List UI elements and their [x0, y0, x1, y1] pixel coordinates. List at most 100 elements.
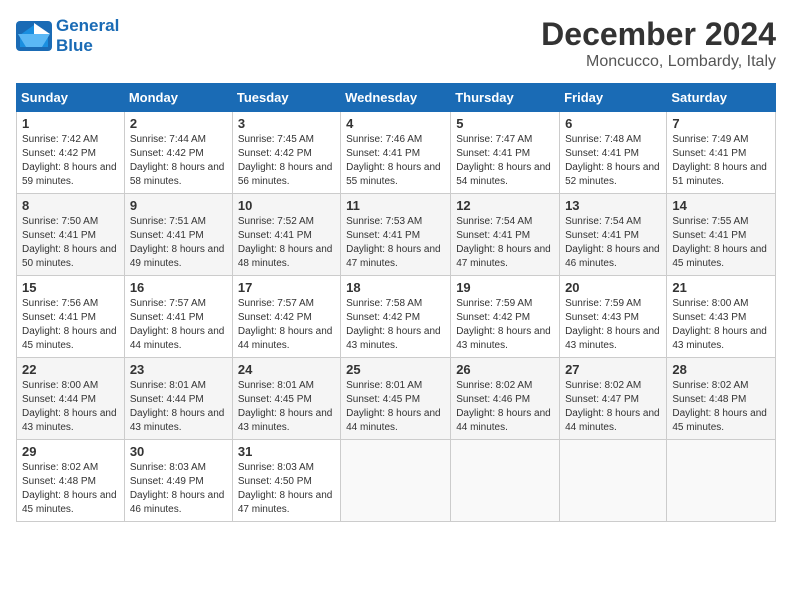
- calendar-cell: 30 Sunrise: 8:03 AMSunset: 4:49 PMDaylig…: [124, 440, 232, 522]
- calendar-cell: 4 Sunrise: 7:46 AMSunset: 4:41 PMDayligh…: [341, 112, 451, 194]
- day-number: 9: [130, 198, 227, 213]
- col-header-tuesday: Tuesday: [232, 84, 340, 112]
- day-info: Sunrise: 7:47 AMSunset: 4:41 PMDaylight:…: [456, 133, 554, 189]
- calendar-header-row: SundayMondayTuesdayWednesdayThursdayFrid…: [17, 84, 776, 112]
- logo-text: General Blue: [56, 16, 119, 56]
- calendar-cell: 3 Sunrise: 7:45 AMSunset: 4:42 PMDayligh…: [232, 112, 340, 194]
- day-info: Sunrise: 8:03 AMSunset: 4:50 PMDaylight:…: [238, 461, 335, 517]
- logo-icon: [16, 21, 52, 51]
- day-number: 17: [238, 280, 335, 295]
- calendar-cell: [560, 440, 667, 522]
- day-number: 16: [130, 280, 227, 295]
- day-info: Sunrise: 8:02 AMSunset: 4:46 PMDaylight:…: [456, 379, 554, 435]
- location: Moncucco, Lombardy, Italy: [541, 53, 776, 71]
- day-number: 21: [672, 280, 770, 295]
- day-info: Sunrise: 7:48 AMSunset: 4:41 PMDaylight:…: [565, 133, 661, 189]
- calendar-cell: [451, 440, 560, 522]
- calendar-cell: 15 Sunrise: 7:56 AMSunset: 4:41 PMDaylig…: [17, 276, 125, 358]
- col-header-wednesday: Wednesday: [341, 84, 451, 112]
- day-info: Sunrise: 8:02 AMSunset: 4:48 PMDaylight:…: [22, 461, 119, 517]
- calendar-cell: 9 Sunrise: 7:51 AMSunset: 4:41 PMDayligh…: [124, 194, 232, 276]
- day-number: 18: [346, 280, 445, 295]
- day-info: Sunrise: 7:58 AMSunset: 4:42 PMDaylight:…: [346, 297, 445, 353]
- day-info: Sunrise: 7:46 AMSunset: 4:41 PMDaylight:…: [346, 133, 445, 189]
- day-number: 19: [456, 280, 554, 295]
- day-info: Sunrise: 7:56 AMSunset: 4:41 PMDaylight:…: [22, 297, 119, 353]
- calendar-cell: 7 Sunrise: 7:49 AMSunset: 4:41 PMDayligh…: [667, 112, 776, 194]
- day-info: Sunrise: 7:54 AMSunset: 4:41 PMDaylight:…: [456, 215, 554, 271]
- day-info: Sunrise: 8:00 AMSunset: 4:43 PMDaylight:…: [672, 297, 770, 353]
- calendar-cell: 27 Sunrise: 8:02 AMSunset: 4:47 PMDaylig…: [560, 358, 667, 440]
- day-info: Sunrise: 7:42 AMSunset: 4:42 PMDaylight:…: [22, 133, 119, 189]
- day-info: Sunrise: 7:52 AMSunset: 4:41 PMDaylight:…: [238, 215, 335, 271]
- calendar-cell: 25 Sunrise: 8:01 AMSunset: 4:45 PMDaylig…: [341, 358, 451, 440]
- day-number: 10: [238, 198, 335, 213]
- day-number: 31: [238, 444, 335, 459]
- day-number: 6: [565, 116, 661, 131]
- day-info: Sunrise: 7:59 AMSunset: 4:43 PMDaylight:…: [565, 297, 661, 353]
- calendar-cell: 16 Sunrise: 7:57 AMSunset: 4:41 PMDaylig…: [124, 276, 232, 358]
- day-number: 27: [565, 362, 661, 377]
- day-number: 11: [346, 198, 445, 213]
- calendar-cell: 17 Sunrise: 7:57 AMSunset: 4:42 PMDaylig…: [232, 276, 340, 358]
- day-info: Sunrise: 7:53 AMSunset: 4:41 PMDaylight:…: [346, 215, 445, 271]
- page-header: General Blue December 2024 Moncucco, Lom…: [16, 16, 776, 71]
- calendar-cell: 19 Sunrise: 7:59 AMSunset: 4:42 PMDaylig…: [451, 276, 560, 358]
- day-number: 24: [238, 362, 335, 377]
- calendar-cell: 29 Sunrise: 8:02 AMSunset: 4:48 PMDaylig…: [17, 440, 125, 522]
- calendar-cell: 23 Sunrise: 8:01 AMSunset: 4:44 PMDaylig…: [124, 358, 232, 440]
- day-number: 29: [22, 444, 119, 459]
- col-header-thursday: Thursday: [451, 84, 560, 112]
- calendar-week-4: 22 Sunrise: 8:00 AMSunset: 4:44 PMDaylig…: [17, 358, 776, 440]
- day-info: Sunrise: 7:51 AMSunset: 4:41 PMDaylight:…: [130, 215, 227, 271]
- day-number: 3: [238, 116, 335, 131]
- calendar-cell: 6 Sunrise: 7:48 AMSunset: 4:41 PMDayligh…: [560, 112, 667, 194]
- calendar-cell: 22 Sunrise: 8:00 AMSunset: 4:44 PMDaylig…: [17, 358, 125, 440]
- calendar-cell: 10 Sunrise: 7:52 AMSunset: 4:41 PMDaylig…: [232, 194, 340, 276]
- calendar-cell: 20 Sunrise: 7:59 AMSunset: 4:43 PMDaylig…: [560, 276, 667, 358]
- calendar-week-5: 29 Sunrise: 8:02 AMSunset: 4:48 PMDaylig…: [17, 440, 776, 522]
- day-info: Sunrise: 8:02 AMSunset: 4:48 PMDaylight:…: [672, 379, 770, 435]
- day-info: Sunrise: 7:50 AMSunset: 4:41 PMDaylight:…: [22, 215, 119, 271]
- day-info: Sunrise: 7:59 AMSunset: 4:42 PMDaylight:…: [456, 297, 554, 353]
- day-number: 13: [565, 198, 661, 213]
- day-number: 2: [130, 116, 227, 131]
- day-info: Sunrise: 7:57 AMSunset: 4:41 PMDaylight:…: [130, 297, 227, 353]
- day-info: Sunrise: 7:55 AMSunset: 4:41 PMDaylight:…: [672, 215, 770, 271]
- day-number: 14: [672, 198, 770, 213]
- calendar-cell: 14 Sunrise: 7:55 AMSunset: 4:41 PMDaylig…: [667, 194, 776, 276]
- day-info: Sunrise: 7:49 AMSunset: 4:41 PMDaylight:…: [672, 133, 770, 189]
- calendar-cell: 18 Sunrise: 7:58 AMSunset: 4:42 PMDaylig…: [341, 276, 451, 358]
- day-info: Sunrise: 7:54 AMSunset: 4:41 PMDaylight:…: [565, 215, 661, 271]
- day-info: Sunrise: 8:02 AMSunset: 4:47 PMDaylight:…: [565, 379, 661, 435]
- day-number: 5: [456, 116, 554, 131]
- col-header-sunday: Sunday: [17, 84, 125, 112]
- day-number: 1: [22, 116, 119, 131]
- day-info: Sunrise: 8:00 AMSunset: 4:44 PMDaylight:…: [22, 379, 119, 435]
- day-number: 4: [346, 116, 445, 131]
- day-info: Sunrise: 8:03 AMSunset: 4:49 PMDaylight:…: [130, 461, 227, 517]
- day-number: 26: [456, 362, 554, 377]
- calendar-cell: [667, 440, 776, 522]
- day-number: 22: [22, 362, 119, 377]
- day-number: 7: [672, 116, 770, 131]
- calendar-cell: 8 Sunrise: 7:50 AMSunset: 4:41 PMDayligh…: [17, 194, 125, 276]
- day-info: Sunrise: 8:01 AMSunset: 4:44 PMDaylight:…: [130, 379, 227, 435]
- month-title: December 2024: [541, 16, 776, 53]
- col-header-saturday: Saturday: [667, 84, 776, 112]
- calendar-cell: 28 Sunrise: 8:02 AMSunset: 4:48 PMDaylig…: [667, 358, 776, 440]
- calendar-cell: 11 Sunrise: 7:53 AMSunset: 4:41 PMDaylig…: [341, 194, 451, 276]
- title-block: December 2024 Moncucco, Lombardy, Italy: [541, 16, 776, 71]
- day-number: 20: [565, 280, 661, 295]
- calendar-cell: 21 Sunrise: 8:00 AMSunset: 4:43 PMDaylig…: [667, 276, 776, 358]
- day-info: Sunrise: 7:45 AMSunset: 4:42 PMDaylight:…: [238, 133, 335, 189]
- day-number: 8: [22, 198, 119, 213]
- day-number: 15: [22, 280, 119, 295]
- calendar-cell: 24 Sunrise: 8:01 AMSunset: 4:45 PMDaylig…: [232, 358, 340, 440]
- day-info: Sunrise: 8:01 AMSunset: 4:45 PMDaylight:…: [346, 379, 445, 435]
- calendar-cell: 31 Sunrise: 8:03 AMSunset: 4:50 PMDaylig…: [232, 440, 340, 522]
- day-number: 23: [130, 362, 227, 377]
- col-header-friday: Friday: [560, 84, 667, 112]
- calendar-week-3: 15 Sunrise: 7:56 AMSunset: 4:41 PMDaylig…: [17, 276, 776, 358]
- day-info: Sunrise: 7:57 AMSunset: 4:42 PMDaylight:…: [238, 297, 335, 353]
